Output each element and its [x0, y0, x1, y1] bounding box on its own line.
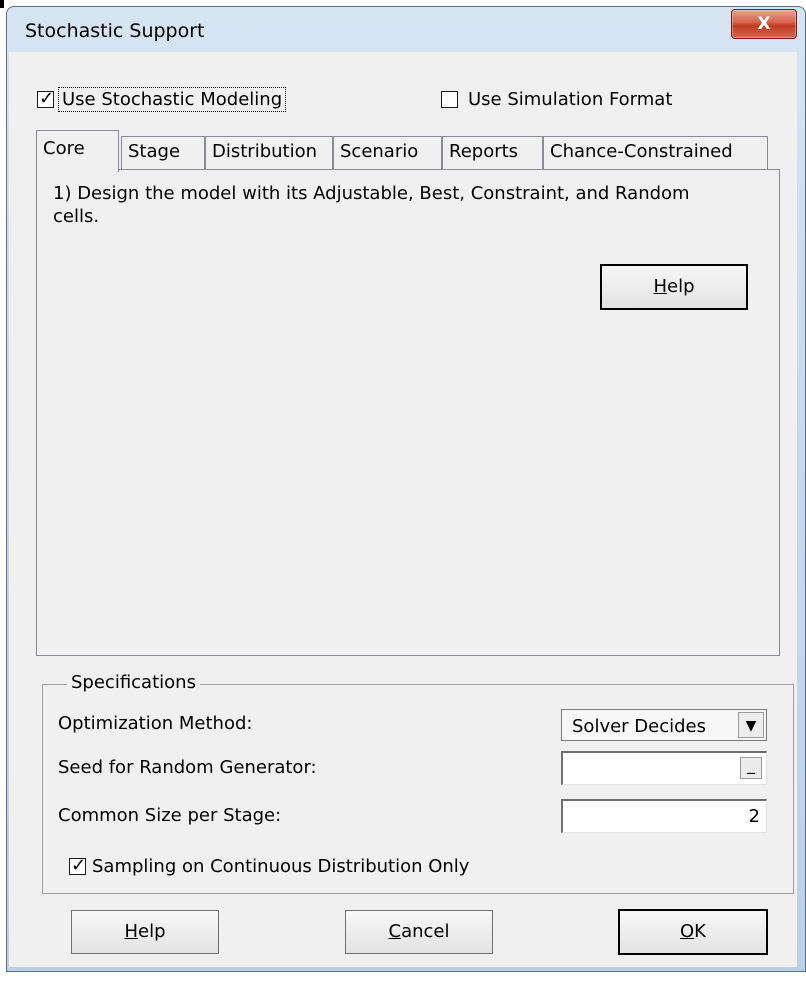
- core-help-button[interactable]: Help: [600, 264, 748, 310]
- use-simulation-format-label: Use Simulation Format: [468, 88, 673, 110]
- dialog-client-area: ✓ Use Stochastic Modeling Use Simulation …: [9, 52, 797, 967]
- tab-scenario[interactable]: Scenario: [333, 136, 442, 170]
- tab-chance-constrained[interactable]: Chance-Constrained: [543, 136, 768, 170]
- dropdown-arrow-icon[interactable]: ▼: [738, 712, 764, 738]
- check-mark-icon: ✓: [71, 854, 87, 876]
- mnemonic: C: [388, 921, 402, 942]
- close-icon: X: [757, 14, 771, 34]
- tab-core[interactable]: Core: [36, 130, 119, 172]
- button-label: elp: [138, 921, 166, 942]
- seed-input[interactable]: _: [561, 751, 767, 785]
- mnemonic: H: [124, 921, 139, 942]
- optimization-method-value: Solver Decides: [572, 716, 706, 737]
- optimization-method-label: Optimization Method:: [58, 713, 253, 734]
- ok-button[interactable]: OK: [618, 909, 768, 955]
- mnemonic: O: [680, 921, 695, 942]
- window-title: Stochastic Support: [25, 20, 205, 42]
- core-instruction-text: 1) Design the model with its Adjustable,…: [53, 183, 690, 227]
- cancel-button[interactable]: Cancel: [345, 910, 493, 954]
- sampling-continuous-checkbox[interactable]: ✓ Sampling on Continuous Distribution Onl…: [69, 855, 469, 877]
- specifications-group: Specifications Optimization Method: Solv…: [42, 672, 794, 894]
- tab-reports[interactable]: Reports: [442, 136, 543, 170]
- check-mark-icon: ✓: [39, 87, 55, 109]
- common-size-value: 2: [748, 806, 760, 827]
- use-simulation-format-checkbox[interactable]: Use Simulation Format: [441, 88, 672, 110]
- button-label: elp: [667, 276, 695, 297]
- tab-stage[interactable]: Stage: [121, 136, 205, 170]
- close-button[interactable]: X: [731, 9, 797, 39]
- use-stochastic-modeling-checkbox[interactable]: ✓ Use Stochastic Modeling: [37, 86, 287, 112]
- tab-distribution[interactable]: Distribution: [205, 136, 333, 170]
- use-stochastic-modeling-label: Use Stochastic Modeling: [58, 86, 287, 112]
- checkbox-box[interactable]: ✓: [69, 855, 86, 876]
- specifications-legend: Specifications: [67, 672, 200, 693]
- dialog-window: Stochastic Support X ✓ Use Stochastic Mod…: [6, 6, 806, 972]
- corner-artifact: [0, 0, 4, 8]
- title-bar[interactable]: Stochastic Support X: [7, 7, 805, 55]
- common-size-label: Common Size per Stage:: [58, 805, 282, 826]
- optimization-method-select[interactable]: Solver Decides ▼: [561, 709, 767, 741]
- sampling-continuous-label: Sampling on Continuous Distribution Only: [92, 855, 470, 877]
- button-label: K: [694, 921, 706, 942]
- core-tab-panel: 1) Design the model with its Adjustable,…: [36, 169, 780, 656]
- checkbox-box[interactable]: ✓: [37, 88, 54, 109]
- help-button[interactable]: Help: [71, 910, 219, 954]
- button-label: ancel: [401, 921, 450, 942]
- mnemonic: H: [653, 276, 668, 297]
- checkbox-box[interactable]: [441, 90, 458, 108]
- seed-label: Seed for Random Generator:: [58, 757, 317, 778]
- seed-reference-button[interactable]: _: [740, 757, 762, 779]
- common-size-input[interactable]: 2: [561, 799, 767, 833]
